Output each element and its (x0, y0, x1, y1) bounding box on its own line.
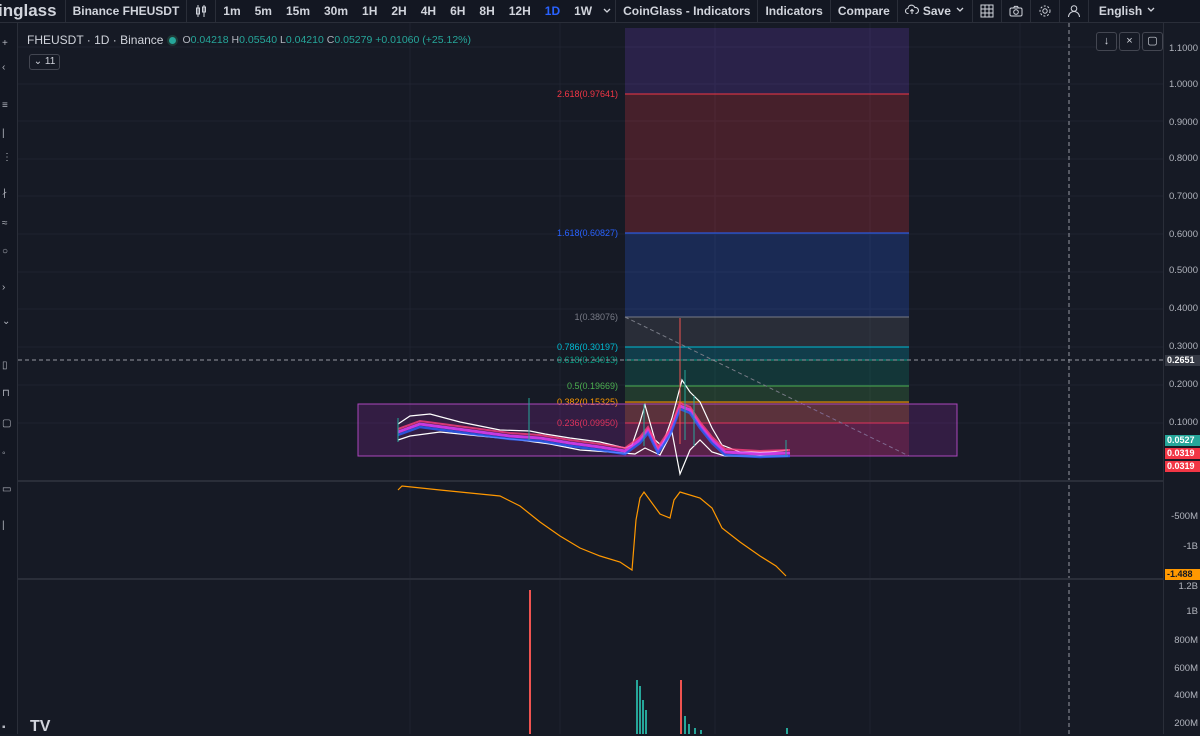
indicator-value-badge: 0.0319 (1165, 461, 1200, 472)
fib-level-label: 0.786(0.30197) (557, 342, 618, 352)
volume-bar (639, 686, 641, 734)
open-value: 0.04218 (190, 34, 229, 46)
fib-zone (625, 233, 909, 317)
fib-zone (625, 347, 909, 360)
close-value: 0.05279 (334, 34, 373, 46)
price-tick: 0.7000 (1168, 191, 1198, 202)
ohlc-values: O0.04218 H0.05540 L0.04210 C0.05279 +0.0… (182, 34, 471, 46)
volume-tick: 200M (1174, 718, 1198, 729)
cvd-tick: -1B (1183, 541, 1198, 552)
fib-zone (625, 317, 909, 347)
open-label: O (182, 34, 191, 46)
fib-zone (625, 94, 909, 233)
price-tick: 0.1000 (1168, 417, 1198, 428)
price-tick: 0.2000 (1168, 379, 1198, 390)
price-tick: 0.8000 (1168, 153, 1198, 164)
fib-level-label: 1.618(0.60827) (557, 228, 618, 238)
high-label: H (231, 34, 240, 46)
volume-bar (786, 728, 788, 734)
cvd-indicator-line (397, 485, 787, 577)
price-tick: 0.4000 (1168, 303, 1198, 314)
volume-bar (645, 710, 647, 734)
indicators-toggle-button[interactable]: ⌄ 11 (29, 54, 60, 70)
volume-bar (694, 728, 696, 734)
crosshair-price-badge: 0.2651 (1165, 355, 1200, 366)
volume-tick: 400M (1174, 690, 1198, 701)
cvd-tick: -500M (1171, 511, 1198, 522)
price-tick: 1.1000 (1168, 43, 1198, 54)
price-tick: 0.3000 (1168, 341, 1198, 352)
chevron-down-icon: ⌄ (33, 56, 43, 67)
tradingview-logo[interactable]: TV (30, 718, 50, 736)
indicator-value-badge: 0.0319 (1165, 448, 1200, 459)
fib-level-label: 0.5(0.19669) (567, 381, 618, 391)
price-scale[interactable]: 1.1000 1.0000 0.9000 0.8000 0.7000 0.600… (1163, 23, 1200, 734)
fib-zone (625, 28, 909, 94)
volume-tick: 1B (1186, 606, 1198, 617)
volume-tick: 800M (1174, 635, 1198, 646)
price-tick: 0.6000 (1168, 229, 1198, 240)
price-tick: 0.9000 (1168, 117, 1198, 128)
series-legend: FHEUSDT · 1D · Binance O0.04218 H0.05540… (27, 33, 471, 47)
change-value: +0.01060 (+25.12%) (375, 34, 471, 46)
volume-bar (700, 730, 702, 734)
market-status-dot (169, 36, 177, 44)
high-value: 0.05540 (239, 34, 278, 46)
volume-bar (688, 724, 690, 734)
collapse-icon[interactable]: × (1119, 32, 1140, 51)
symbol-title[interactable]: FHEUSDT · 1D · Binance (27, 33, 163, 47)
chart-grid (18, 23, 1163, 734)
cvd-value-badge: -1.488 (1165, 569, 1200, 580)
chart-canvas[interactable]: 2.618(0.97641) 1.618(0.60827) 1(0.38076) 0.… (0, 0, 1200, 734)
fibonacci-extension-drawing[interactable]: 2.618(0.97641) 1.618(0.60827) 1(0.38076) 0.… (557, 28, 910, 457)
fib-level-label: 1(0.38076) (574, 312, 618, 322)
volume-tick: 600M (1174, 663, 1198, 674)
volume-bar (529, 590, 531, 734)
pane-separator[interactable] (18, 578, 1163, 580)
cvd-line (397, 485, 787, 577)
volume-bar (684, 716, 686, 734)
volume-bar (680, 680, 682, 734)
volume-histogram (529, 590, 788, 734)
low-value: 0.04210 (285, 34, 324, 46)
fib-zone (625, 360, 909, 386)
fib-zone (625, 386, 909, 402)
maximize-icon[interactable]: ▢ (1142, 32, 1163, 51)
fib-level-label: 2.618(0.97641) (557, 89, 618, 99)
price-tick: 0.5000 (1168, 265, 1198, 276)
pane-separator[interactable] (18, 480, 1163, 482)
price-tick: 1.0000 (1168, 79, 1198, 90)
last-price-badge: 0.0527 (1165, 435, 1200, 446)
indicator-count: 11 (44, 56, 56, 67)
volume-tick: 1.2B (1178, 581, 1198, 592)
arrow-down-icon[interactable]: ↓ (1096, 32, 1117, 51)
volume-bar (642, 700, 644, 734)
volume-bar (636, 680, 638, 734)
